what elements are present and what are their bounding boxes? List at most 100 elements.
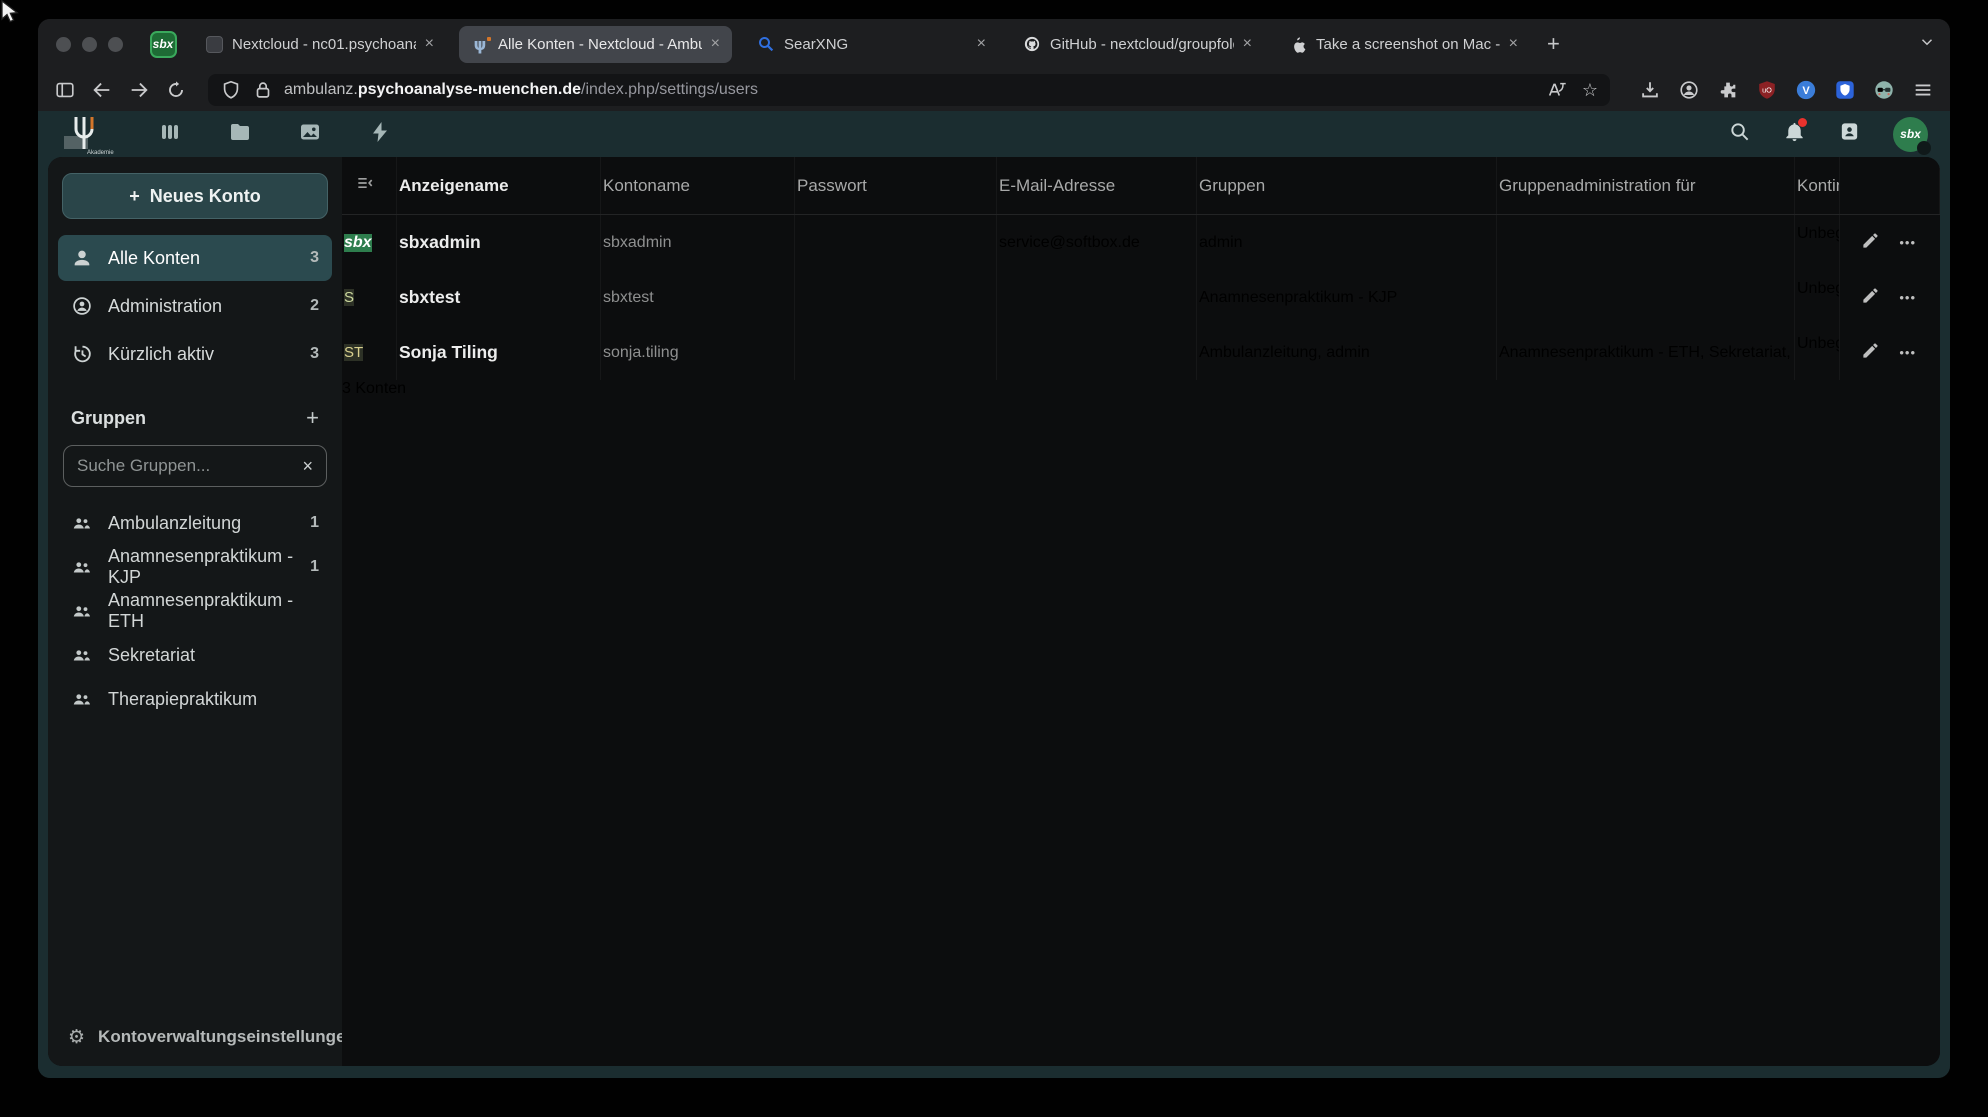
column-header-anzeigename[interactable]: Anzeigename xyxy=(397,157,601,214)
column-header-kontoname[interactable]: Kontoname xyxy=(601,157,795,214)
cell-groups: Ambulanzleitung, admin xyxy=(1197,325,1497,380)
cell-password xyxy=(795,325,997,380)
new-account-button[interactable]: + Neues Konto xyxy=(62,173,328,219)
groups-section-header: Gruppen + xyxy=(58,379,332,443)
accounts-count-summary: 3 Konten xyxy=(342,380,1940,398)
sidebar-item-label: Kürzlich aktiv xyxy=(108,344,214,365)
close-tab-icon[interactable]: × xyxy=(1509,36,1518,52)
column-header-kontingent[interactable]: Kontingent xyxy=(1795,157,1840,214)
group-label: Sekretariat xyxy=(108,645,195,666)
table-row-sonja-tiling[interactable]: ST Sonja Tiling sonja.tiling Ambulanzlei… xyxy=(342,325,1940,380)
bookmark-star-icon[interactable]: ☆ xyxy=(1582,80,1598,101)
files-folder-icon[interactable] xyxy=(228,120,252,149)
table-row-sbxtest[interactable]: S sbxtest sbxtest Anamnesenpraktikum - K… xyxy=(342,270,1940,325)
account-icon[interactable] xyxy=(1678,79,1700,101)
accounts-sidebar: + Neues Konto Alle Konten 3 Administrati… xyxy=(48,157,342,1066)
contacts-icon[interactable] xyxy=(1838,120,1861,148)
group-label: Ambulanzleitung xyxy=(108,513,241,534)
tab-searxng[interactable]: SearXNG × xyxy=(745,26,998,63)
ublock-origin-icon[interactable]: uO xyxy=(1756,79,1778,101)
reload-button[interactable] xyxy=(165,79,187,101)
bitwarden-icon[interactable] xyxy=(1834,79,1856,101)
row-actions-menu-icon[interactable]: ••• xyxy=(1899,345,1916,360)
url-text: ambulanz.psychoanalyse-muenchen.de/index… xyxy=(284,81,758,99)
ambulanz-logo[interactable]: Akademie xyxy=(60,113,116,155)
sidebar-item-kuerzlich-aktiv[interactable]: Kürzlich aktiv 3 xyxy=(58,331,332,377)
column-header-email[interactable]: E-Mail-Adresse xyxy=(997,157,1197,214)
notification-dot xyxy=(1798,118,1807,127)
face-extension-icon[interactable] xyxy=(1873,79,1895,101)
cell-quota: Unbegrenzt xyxy=(1795,270,1840,325)
clear-search-icon[interactable]: × xyxy=(302,456,313,477)
lock-icon[interactable] xyxy=(252,79,274,101)
sidebar-item-label: Alle Konten xyxy=(108,248,200,269)
tracking-shield-icon[interactable] xyxy=(220,79,242,101)
sidebar-item-count: 3 xyxy=(310,345,319,363)
new-tab-button[interactable]: + xyxy=(1547,31,1560,57)
back-button[interactable] xyxy=(91,79,113,101)
tab-nextcloud-nc01[interactable]: Nextcloud - nc01.psychoanalyse × xyxy=(193,26,446,63)
table-header-row: Anzeigename Kontoname Passwort E-Mail-Ad… xyxy=(342,157,1940,215)
pinned-tab-sbx[interactable]: sbx xyxy=(146,27,180,61)
edit-pencil-icon[interactable] xyxy=(1861,231,1880,255)
cell-groups: admin xyxy=(1197,215,1497,270)
cell-display-name: sbxadmin xyxy=(397,215,601,270)
gear-icon: ⚙ xyxy=(68,1026,85,1048)
tab-alle-konten-active[interactable]: ψ Alle Konten - Nextcloud - Ambu × xyxy=(459,26,732,63)
edit-pencil-icon[interactable] xyxy=(1861,341,1880,365)
dashboard-icon[interactable] xyxy=(158,120,182,149)
translate-icon[interactable] xyxy=(1546,79,1568,101)
close-tab-icon[interactable]: × xyxy=(1243,36,1252,52)
sidebar-group-ambulanzleitung[interactable]: Ambulanzleitung 1 xyxy=(58,501,332,545)
sidebar-item-administration[interactable]: Administration 2 xyxy=(58,283,332,329)
add-group-button[interactable]: + xyxy=(306,405,319,431)
sidebar-group-sekretariat[interactable]: Sekretariat xyxy=(58,633,332,677)
column-header-passwort[interactable]: Passwort xyxy=(795,157,997,214)
cell-groups: Anamnesenpraktikum - KJP xyxy=(1197,270,1497,325)
group-search-input[interactable] xyxy=(77,456,294,476)
account-management-settings[interactable]: ⚙ Kontoverwaltungseinstellungen xyxy=(48,1008,342,1066)
url-bar[interactable]: ambulanz.psychoanalyse-muenchen.de/index… xyxy=(208,74,1610,106)
group-label: Anamnesenpraktikum - ETH xyxy=(108,590,304,632)
tab-title: Take a screenshot on Mac - Ap xyxy=(1316,36,1500,53)
search-icon[interactable] xyxy=(1728,120,1751,148)
vimium-icon[interactable]: V xyxy=(1795,79,1817,101)
app-content: + Neues Konto Alle Konten 3 Administrati… xyxy=(48,157,1940,1066)
row-details-toggle-icon[interactable] xyxy=(355,173,375,198)
edit-pencil-icon[interactable] xyxy=(1861,286,1880,310)
activity-bolt-icon[interactable] xyxy=(368,120,392,149)
tab-overflow-chevron-icon[interactable] xyxy=(1918,33,1936,56)
minimize-window-button[interactable] xyxy=(82,37,97,52)
cell-quota: Unbegrenzt xyxy=(1795,215,1840,270)
sidebar-toggle-icon[interactable] xyxy=(54,79,76,101)
downloads-icon[interactable] xyxy=(1639,79,1661,101)
forward-button[interactable] xyxy=(128,79,150,101)
table-row-sbxadmin[interactable]: sbx sbxadmin sbxadmin service@softbox.de… xyxy=(342,215,1940,270)
column-header-gruppen[interactable]: Gruppen xyxy=(1197,157,1497,214)
close-tab-icon[interactable]: × xyxy=(977,36,986,52)
close-tab-icon[interactable]: × xyxy=(425,36,434,52)
column-header-gruppenadministration[interactable]: Gruppenadministration für xyxy=(1497,157,1795,214)
group-search-field[interactable]: × xyxy=(63,445,327,487)
notifications-bell-icon[interactable] xyxy=(1783,120,1806,148)
photos-icon[interactable] xyxy=(298,120,322,149)
menu-hamburger-icon[interactable] xyxy=(1912,79,1934,101)
nextcloud-favicon xyxy=(205,35,223,53)
close-window-button[interactable] xyxy=(56,37,71,52)
close-tab-icon[interactable]: × xyxy=(711,36,720,52)
tab-screenshot-mac[interactable]: Take a screenshot on Mac - Ap × xyxy=(1277,26,1530,63)
svg-text:uO: uO xyxy=(1762,85,1772,94)
sidebar-group-therapiepraktikum[interactable]: Therapiepraktikum xyxy=(58,677,332,721)
maximize-window-button[interactable] xyxy=(108,37,123,52)
sidebar-group-anamnesenpraktikum-kjp[interactable]: Anamnesenpraktikum - KJP 1 xyxy=(58,545,332,589)
ambulanz-favicon: ψ xyxy=(471,35,489,53)
sidebar-item-alle-konten[interactable]: Alle Konten 3 xyxy=(58,235,332,281)
extensions-puzzle-icon[interactable] xyxy=(1717,79,1739,101)
sidebar-group-anamnesenpraktikum-eth[interactable]: Anamnesenpraktikum - ETH xyxy=(58,589,332,633)
row-actions-menu-icon[interactable]: ••• xyxy=(1899,235,1916,250)
row-actions-menu-icon[interactable]: ••• xyxy=(1899,290,1916,305)
tab-github[interactable]: GitHub - nextcloud/groupfolders × xyxy=(1011,26,1264,63)
user-avatar[interactable]: sbx xyxy=(1893,117,1928,152)
history-clock-icon xyxy=(71,343,93,365)
cell-email xyxy=(997,325,1197,380)
